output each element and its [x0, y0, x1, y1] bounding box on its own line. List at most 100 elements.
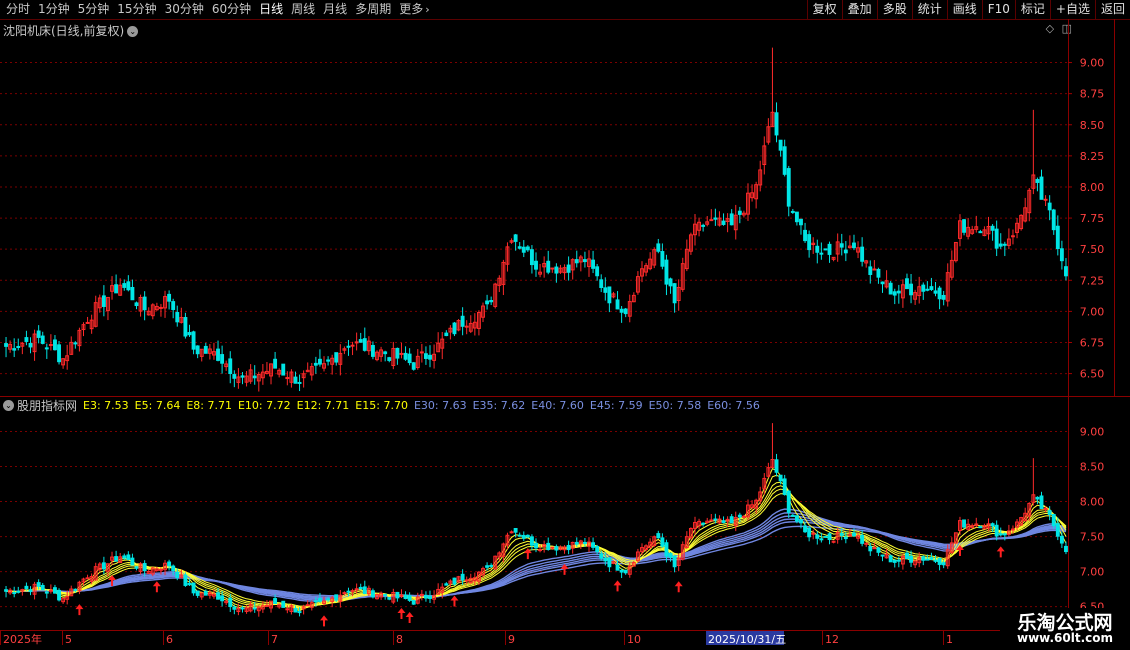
- period-tab-3[interactable]: 15分钟: [113, 0, 160, 19]
- ind-candle-body: [110, 556, 114, 561]
- main-candle-body: [4, 343, 8, 347]
- period-tab-5[interactable]: 60分钟: [208, 0, 255, 19]
- chevron-down-icon[interactable]: ⌄: [3, 399, 14, 411]
- main-candle-body: [1031, 174, 1036, 189]
- main-candle-body: [187, 332, 192, 336]
- main-candle-body: [403, 352, 408, 360]
- toolbar-button-3[interactable]: 统计: [911, 0, 947, 19]
- ema-line-10: [5, 485, 1067, 609]
- period-tab-10[interactable]: 更多: [395, 0, 427, 19]
- toolbar-button-4[interactable]: 画线: [946, 0, 982, 19]
- main-candle-body: [929, 286, 934, 290]
- main-candle-body: [782, 146, 787, 175]
- main-candle-body: [73, 342, 78, 345]
- ema-line-40: [5, 515, 1067, 600]
- main-candle-body: [122, 283, 127, 288]
- ind-candle-body: [370, 590, 375, 598]
- toolbar-button-8[interactable]: 返回: [1094, 0, 1130, 19]
- ind-candle-body: [224, 600, 229, 604]
- main-candle-body: [852, 242, 856, 249]
- ind-candle-body: [737, 514, 742, 518]
- ind-candle-body: [16, 590, 21, 593]
- ind-candle-body: [766, 467, 771, 477]
- toolbar-button-6[interactable]: 标记: [1014, 0, 1050, 19]
- main-candle-body: [220, 354, 225, 364]
- toolbar-button-2[interactable]: 多股: [876, 0, 912, 19]
- ind-candle-body: [815, 534, 820, 539]
- main-candle-body: [350, 344, 355, 347]
- date-highlight-box: [706, 631, 784, 645]
- ind-candle-body: [187, 582, 192, 586]
- ind-candle-body: [1023, 512, 1028, 522]
- period-tab-7[interactable]: 周线: [287, 0, 319, 19]
- ind-candle-body: [399, 594, 404, 597]
- period-tab-0[interactable]: 分时: [2, 0, 34, 19]
- main-candle-body: [342, 348, 347, 351]
- period-tab-9[interactable]: 多周期: [351, 0, 395, 19]
- main-candle-body: [326, 359, 331, 362]
- main-candle-body: [697, 221, 702, 231]
- signal-arrow-icon: [613, 580, 622, 592]
- ind-candle-body: [741, 515, 746, 518]
- toolbar-button-5[interactable]: F10: [981, 0, 1015, 19]
- main-candle-body: [978, 231, 983, 234]
- signal-arrow-icon: [320, 615, 329, 627]
- main-candle-body: [688, 234, 693, 252]
- signal-arrow-icon: [523, 548, 532, 560]
- main-candle-body: [248, 369, 253, 382]
- main-candle-body: [53, 339, 57, 351]
- main-candle-body: [900, 284, 905, 299]
- main-candle-body: [737, 210, 742, 215]
- period-tab-2[interactable]: 5分钟: [74, 0, 114, 19]
- main-candle-body: [668, 278, 673, 287]
- ind-candle-body: [277, 604, 282, 608]
- ind-candle-body: [558, 546, 563, 551]
- main-candle-body: [864, 260, 869, 264]
- legend-item-5: E15: 7.70: [355, 398, 408, 412]
- ind-candle-body: [994, 524, 999, 537]
- ind-candle-body: [118, 556, 123, 563]
- ind-candle-body: [309, 602, 314, 608]
- ind-candle-body: [872, 547, 877, 550]
- main-candle-body: [489, 299, 494, 303]
- period-tab-8[interactable]: 月线: [319, 0, 351, 19]
- ind-candle-body: [778, 474, 783, 482]
- legend-item-2: E8: 7.71: [186, 398, 232, 412]
- main-candle-body: [293, 376, 298, 384]
- main-candle-body: [917, 286, 922, 297]
- main-candle-body: [827, 243, 832, 255]
- indicator-legend: ⌄ 股朋指标网 E3: 7.53 E5: 7.64 E8: 7.71 E10: 7.7…: [0, 396, 766, 414]
- ind-candle-body: [293, 608, 298, 613]
- main-candle-body: [1019, 214, 1024, 230]
- main-candle-body: [338, 352, 343, 365]
- ind-candle-body: [884, 553, 889, 559]
- ind-candle-body: [179, 574, 184, 579]
- ind-candle-body: [913, 560, 918, 566]
- ind-candle-body: [69, 588, 74, 597]
- ind-candle-body: [819, 538, 824, 541]
- period-tab-1[interactable]: 1分钟: [34, 0, 74, 19]
- ema-line-5: [5, 474, 1067, 611]
- chevron-right-icon[interactable]: ›: [425, 3, 429, 16]
- main-candle-body: [607, 286, 612, 304]
- toolbar-button-0[interactable]: 复权: [806, 0, 842, 19]
- toolbar-button-7[interactable]: +自选: [1049, 0, 1095, 19]
- diamond-icon[interactable]: ◇: [1046, 22, 1054, 35]
- toolbar-button-1[interactable]: 叠加: [841, 0, 877, 19]
- ind-candle-body: [1002, 533, 1007, 536]
- indicator-title: 股朋指标网: [17, 398, 78, 413]
- main-candle-body: [20, 342, 25, 347]
- ind-candle-body: [978, 526, 983, 529]
- period-tab-4[interactable]: 30分钟: [161, 0, 208, 19]
- ind-candle-body: [163, 562, 167, 571]
- ind-candle-body: [244, 607, 249, 612]
- window-icon[interactable]: ◫: [1062, 22, 1072, 35]
- chevron-down-icon[interactable]: ⌄: [127, 26, 139, 37]
- period-tab-6[interactable]: 日线: [255, 0, 287, 19]
- ind-candle-body: [444, 583, 449, 586]
- ind-candle-body: [811, 532, 816, 535]
- legend-item-8: E40: 7.60: [531, 398, 584, 412]
- main-candle-body: [69, 341, 74, 355]
- main-candle-body: [436, 342, 441, 353]
- main-candle-body: [807, 234, 812, 251]
